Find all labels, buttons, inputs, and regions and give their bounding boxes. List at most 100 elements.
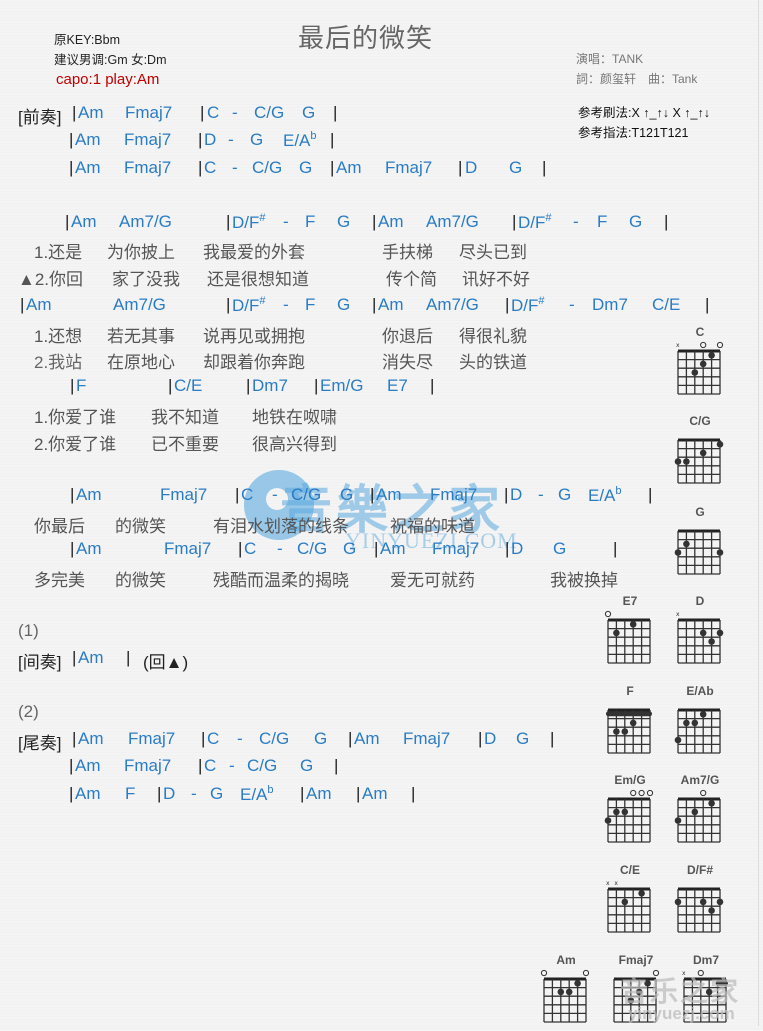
chord-symbol-label: G — [516, 729, 530, 748]
chord-dash-label: - — [277, 539, 283, 558]
lyric-text: 手扶梯 — [382, 238, 433, 263]
chord-symbol: Am — [75, 130, 101, 150]
chord-symbol: Am7/G — [119, 212, 172, 232]
bar-line-label: | — [226, 212, 231, 231]
finger-dot — [613, 728, 620, 735]
chord-symbol-label: Fmaj7 — [128, 729, 176, 748]
chord-symbol-label: D — [511, 539, 524, 558]
chord-symbol: D/F# — [232, 212, 266, 233]
chord-symbol: Am — [354, 729, 380, 749]
chord-symbol-label: Fmaj7 — [124, 130, 172, 149]
bar-line-label: | — [330, 158, 335, 177]
chord-symbol-label: Fmaj7 — [160, 485, 208, 504]
chord-symbol: Fmaj7 — [385, 158, 432, 178]
chord-symbol: G — [337, 295, 350, 315]
chord-symbol-label: Am — [75, 784, 101, 803]
bar-line-label: | — [430, 376, 435, 395]
chord-symbol-label: C — [241, 485, 254, 504]
chord-symbol: G — [629, 212, 642, 232]
bar-line-label: | — [69, 784, 74, 803]
finger-dot — [691, 369, 699, 376]
bar-line: | — [72, 648, 76, 668]
chord-symbol: Am — [378, 295, 404, 315]
bar-line: | — [198, 158, 202, 178]
chord-symbol-label: Fmaj7 — [403, 729, 451, 748]
bar-line: | — [705, 295, 709, 315]
chord-symbol: G — [553, 539, 566, 559]
chord-symbol-label: Fmaj7 — [124, 158, 172, 177]
chord-dash: - — [283, 212, 289, 232]
chord-symbol-label: E7 — [387, 376, 408, 395]
open-string-marker — [540, 969, 548, 977]
bar-line: | — [126, 648, 130, 668]
bar-line-label: | — [238, 539, 243, 558]
section-label-label: [前奏] — [18, 108, 62, 127]
lyric-text-label: 手扶梯 — [382, 243, 433, 262]
finger-dot — [629, 621, 637, 628]
lyric-text-label: 很高兴得到 — [252, 435, 337, 454]
accidental-mark: # — [538, 295, 545, 307]
chord-symbol-label: C/G — [297, 539, 328, 558]
section-number: (2) — [18, 702, 39, 722]
bar-line: | — [157, 784, 161, 804]
bar-line-label: | — [235, 485, 240, 504]
chord-dash: - — [538, 485, 544, 505]
chord-symbol: Am — [380, 539, 406, 559]
chord-dash-label: - — [232, 158, 238, 177]
lyric-text: 说再见或拥抱 — [203, 322, 305, 347]
chord-dash: - — [272, 485, 278, 505]
chord-dash: - — [191, 784, 197, 804]
bar-line: | — [411, 784, 415, 804]
lyric-text-label: 地铁在呶啸 — [252, 408, 337, 427]
chord-symbol-label: Fmaj7 — [164, 539, 212, 558]
lyric-text-label: 1.你爱了谁 — [34, 408, 117, 427]
chord-symbol: Fmaj7 — [430, 485, 477, 505]
lyric-text: 祝福的味道 — [390, 512, 475, 537]
finger-dot — [674, 898, 682, 906]
bar-line: | — [300, 784, 304, 804]
chord-symbol: C — [204, 158, 216, 178]
chord-symbol-label: C — [207, 103, 220, 122]
finger-dot — [716, 898, 724, 906]
chord-symbol: D/F# — [518, 212, 552, 233]
lyric-text-label: 你最后 — [34, 517, 85, 536]
lyric-text: 我最爱的外套 — [203, 238, 305, 263]
finger-dot — [621, 728, 629, 735]
chord-symbol-label: Am — [306, 784, 332, 803]
chord-symbol: Dm7 — [592, 295, 628, 315]
finger-dot — [708, 907, 715, 914]
lyric-text-label: 1.还是 — [34, 243, 83, 262]
lyric-text: 1.还是 — [34, 238, 82, 263]
accidental-mark: b — [267, 784, 274, 796]
chord-symbol-label: G — [340, 485, 354, 504]
chord-symbol-label: Em/G — [320, 376, 364, 395]
bar-line-label: | — [334, 756, 339, 775]
nut — [678, 529, 720, 533]
accidental-mark: # — [259, 295, 266, 307]
bar-line-label: | — [20, 295, 25, 314]
lyric-text: 有泪水划落的线条 — [213, 512, 349, 537]
chord-symbol: Am — [306, 784, 332, 804]
lyric-text-label: 讯好不好 — [462, 270, 530, 289]
bar-line-label: | — [504, 485, 509, 504]
chord-symbol-label: Am — [76, 539, 102, 558]
chord-symbol: Fmaj7 — [125, 103, 172, 123]
chord-diagram-name: Am7/G — [680, 773, 720, 787]
bar-line-label: | — [372, 295, 377, 314]
bar-line: | — [69, 158, 73, 178]
bar-line-label: | — [411, 784, 416, 803]
chord-symbol-label: Am — [26, 295, 52, 314]
chord-symbol-label: Am — [75, 158, 101, 177]
bar-line-label: | — [198, 158, 203, 177]
bar-line: | — [478, 729, 482, 749]
chord-symbol: D/F# — [511, 295, 545, 316]
chord-symbol-label: F — [305, 212, 316, 231]
nut — [608, 887, 650, 891]
nut — [678, 349, 720, 353]
bar-line: | — [72, 729, 76, 749]
chord-symbol: C/E — [174, 376, 202, 396]
chord-diagram-name: D — [695, 594, 705, 608]
bar-line-label: | — [300, 784, 305, 803]
lyric-text: 你最后 — [34, 512, 85, 537]
chord-symbol-label: D/F — [232, 296, 260, 315]
